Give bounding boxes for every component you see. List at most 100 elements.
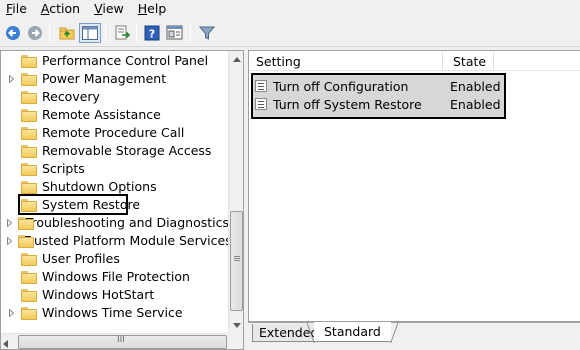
tree-item[interactable]: Troubleshooting and Diagnostics: [1, 214, 229, 232]
tree-item[interactable]: Trusted Platform Module Services: [1, 232, 232, 250]
tree-item-label: Trusted Platform Module Services: [23, 233, 232, 248]
expand-arrow-icon[interactable]: [7, 304, 15, 322]
export-list-icon[interactable]: [111, 23, 133, 43]
setting-name: Turn off Configuration: [273, 78, 409, 94]
column-divider[interactable]: [442, 51, 443, 71]
show-hide-tree-icon[interactable]: [79, 23, 101, 43]
tree-item-label: Scripts: [42, 161, 85, 176]
scroll-left-arrow-icon[interactable]: [3, 337, 8, 349]
policy-setting-icon: [255, 80, 267, 92]
column-header-state[interactable]: State: [453, 54, 486, 69]
tree-hscroll-thumb[interactable]: III: [18, 335, 227, 349]
tree-vscroll-thumb[interactable]: [230, 211, 243, 311]
column-header-setting[interactable]: Setting: [256, 54, 301, 69]
tab-standard[interactable]: Standard: [314, 322, 391, 342]
tab-strip-line: [248, 322, 580, 323]
tree-item-label: Removable Storage Access: [42, 143, 212, 158]
tree-horizontal-scrollbar[interactable]: III: [1, 333, 228, 349]
tree-item[interactable]: Windows File Protection: [1, 268, 229, 286]
menu-file[interactable]: File: [0, 0, 35, 18]
folder-icon: [21, 54, 37, 68]
toolbar-separator: [190, 24, 191, 42]
toolbar-separator: [49, 24, 50, 42]
expand-arrow-icon[interactable]: [7, 214, 12, 232]
view-tabs: Extended Standard: [248, 322, 580, 350]
tree-vertical-scrollbar[interactable]: [228, 51, 243, 333]
setting-state: Enabled: [450, 96, 501, 112]
menu-help[interactable]: Help: [132, 0, 175, 18]
policy-setting-icon: [255, 98, 267, 110]
setting-state: Enabled: [450, 78, 501, 94]
scroll-down-arrow-icon[interactable]: [229, 317, 243, 333]
tree-item-label: Remote Procedure Call: [42, 125, 185, 140]
hscroll-grip: III: [117, 335, 125, 345]
tree-item-label: Performance Control Panel: [42, 53, 209, 68]
folder-icon: [21, 72, 37, 86]
list-row[interactable]: Turn off System Restore Enabled: [253, 95, 503, 113]
tree-item[interactable]: Removable Storage Access: [1, 142, 229, 160]
forward-icon[interactable]: [24, 23, 46, 43]
folder-icon: [21, 252, 37, 266]
scroll-corner: [228, 333, 243, 349]
filter-icon[interactable]: [196, 23, 218, 43]
tree-item-label: Recovery: [42, 89, 100, 104]
tree-item[interactable]: User Profiles: [1, 250, 229, 268]
list-row[interactable]: Turn off Configuration Enabled: [253, 77, 503, 95]
back-icon[interactable]: [2, 23, 24, 43]
tree-item-label: Windows File Protection: [42, 269, 190, 284]
tree-item-label: Windows Time Service: [42, 305, 183, 320]
tree-item[interactable]: Scripts: [1, 160, 229, 178]
tree-item-label: Remote Assistance: [42, 107, 161, 122]
folder-icon: [21, 270, 37, 284]
folder-icon: [21, 288, 37, 302]
tree-item-label: Shutdown Options: [42, 179, 157, 194]
tree-item[interactable]: Power Management: [1, 70, 229, 88]
svg-text:?: ?: [149, 28, 155, 41]
expand-arrow-icon[interactable]: [7, 70, 15, 88]
menu-bar: File Action View Help: [0, 0, 580, 18]
folder-icon: [21, 108, 37, 122]
toolbar: ?: [0, 19, 580, 47]
tree-item[interactable]: Remote Assistance: [1, 106, 229, 124]
folder-icon: [21, 162, 37, 176]
list-header: Setting State: [249, 51, 580, 71]
column-divider[interactable]: [493, 51, 494, 71]
menu-help-rest: elp: [147, 1, 167, 16]
expand-arrow-icon[interactable]: [7, 232, 12, 250]
settings-list: Setting State Turn off Configuration Ena…: [248, 50, 580, 322]
tree-item[interactable]: Windows Time Service: [1, 304, 229, 322]
tree-item[interactable]: Recovery: [1, 88, 229, 106]
toolbar-separator: [105, 24, 106, 42]
folder-icon: [21, 180, 37, 194]
tree-item[interactable]: Windows HotStart: [1, 286, 229, 304]
tree-item[interactable]: Remote Procedure Call: [1, 124, 229, 142]
tree-item-label: User Profiles: [42, 251, 120, 266]
tree-item[interactable]: Performance Control Panel: [1, 52, 229, 70]
menu-help-accel: H: [137, 1, 148, 16]
scroll-up-arrow-icon[interactable]: [229, 51, 243, 67]
properties-icon[interactable]: [164, 23, 186, 43]
help-icon[interactable]: ?: [141, 23, 163, 43]
toolbar-separator: [136, 24, 137, 42]
menu-action-accel: A: [40, 1, 50, 16]
tree-item-label: Windows HotStart: [42, 287, 155, 302]
menu-view[interactable]: View: [88, 0, 132, 18]
tree-item-label: Power Management: [42, 71, 167, 86]
menu-file-rest: ile: [12, 1, 27, 16]
menu-action[interactable]: Action: [35, 0, 88, 18]
folder-icon: [21, 144, 37, 158]
folder-icon: [21, 90, 37, 104]
selected-item-highlight: [18, 194, 128, 215]
up-folder-icon[interactable]: [56, 23, 78, 43]
